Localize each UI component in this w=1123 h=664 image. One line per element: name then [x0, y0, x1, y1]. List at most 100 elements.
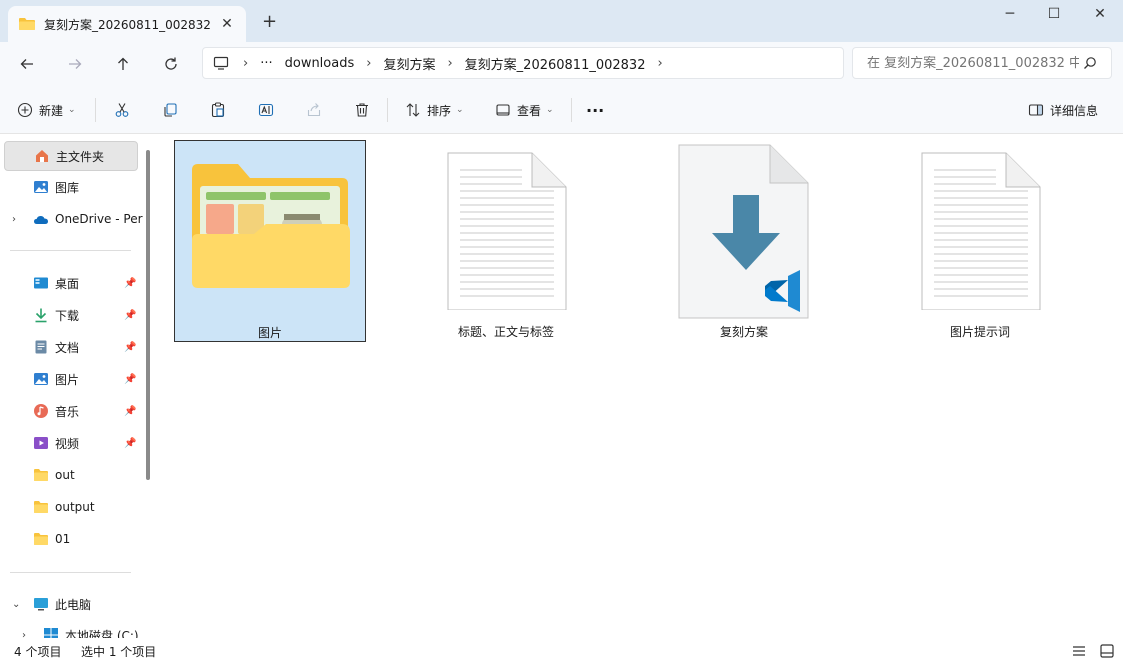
arrow-up-icon: [118, 57, 128, 70]
search-box[interactable]: [852, 47, 1112, 79]
music-icon: [34, 404, 48, 418]
maximize-icon[interactable]: ☐: [1031, 0, 1077, 28]
plus-circle-icon: [17, 102, 33, 118]
sort-button[interactable]: 排序 ⌄: [405, 98, 464, 122]
sidebar-item-onedrive[interactable]: › OneDrive - Per: [4, 204, 143, 234]
pin-icon[interactable]: 📌: [124, 438, 136, 449]
file-item-folder[interactable]: 图片: [174, 140, 366, 342]
arrow-right-icon: [69, 59, 82, 69]
sidebar-item-label: 桌面: [55, 276, 80, 291]
search-input[interactable]: [867, 55, 1079, 71]
new-button[interactable]: 新建 ⌄: [17, 98, 76, 122]
sidebar-item-home[interactable]: 主文件夹: [4, 141, 138, 171]
item-count: 4 个项目: [14, 645, 62, 659]
download-icon: [35, 308, 47, 323]
details-pane-button[interactable]: 详细信息: [1028, 98, 1098, 122]
sidebar-item-label: out: [55, 468, 75, 482]
pin-icon[interactable]: 📌: [124, 310, 136, 321]
pin-icon[interactable]: 📌: [124, 278, 136, 289]
new-tab-icon[interactable]: +: [262, 13, 277, 31]
chevron-right-icon[interactable]: ›: [22, 630, 26, 639]
folder-large-icon: [192, 164, 350, 288]
back-button[interactable]: [13, 51, 41, 77]
paste-button[interactable]: [210, 98, 232, 122]
text-file-icon: [447, 152, 567, 310]
breadcrumb-chevron-icon[interactable]: ›: [243, 56, 248, 71]
chevron-down-icon: ⌄: [456, 105, 464, 115]
cut-button[interactable]: [114, 98, 136, 122]
monitor-icon[interactable]: [213, 55, 229, 71]
divider: [10, 250, 131, 251]
computer-icon: [34, 598, 48, 611]
windows-drive-icon: [44, 628, 58, 638]
refresh-button[interactable]: [157, 51, 185, 77]
sidebar-item-this-pc[interactable]: ⌄ 此电脑: [4, 589, 138, 619]
sidebar-item-01[interactable]: 01: [4, 524, 138, 554]
divider: [95, 98, 96, 122]
sidebar-item-label: output: [55, 500, 95, 514]
chevron-right-icon[interactable]: ›: [12, 214, 16, 225]
breadcrumb-chevron-icon[interactable]: ›: [657, 56, 662, 71]
sidebar-item-gallery[interactable]: 图库: [4, 172, 138, 202]
breadcrumb-plan[interactable]: 复刻方案: [383, 54, 435, 73]
sidebar-item-downloads[interactable]: 下载 📌: [4, 300, 138, 330]
tab-current[interactable]: 复刻方案_20260811_002832 ✕: [8, 6, 246, 42]
chevron-down-icon[interactable]: ⌄: [12, 599, 20, 610]
details-label: 详细信息: [1050, 103, 1099, 118]
sidebar-item-label: 图片: [55, 372, 80, 387]
file-item-text[interactable]: 图片提示词: [884, 140, 1076, 342]
sidebar-item-pictures[interactable]: 图片 📌: [4, 364, 138, 394]
pin-icon[interactable]: 📌: [124, 342, 136, 353]
breadcrumb-chevron-icon[interactable]: ›: [447, 56, 452, 71]
text-file-icon: [921, 152, 1041, 310]
sort-label: 排序: [427, 103, 452, 118]
sidebar-item-videos[interactable]: 视频 📌: [4, 428, 138, 458]
trash-icon: [356, 103, 368, 117]
copy-button[interactable]: [162, 98, 184, 122]
document-icon: [35, 340, 47, 354]
cloud-icon: [34, 216, 48, 224]
sidebar-item-documents[interactable]: 文档 📌: [4, 332, 138, 362]
tab-title: 复刻方案_20260811_002832: [44, 17, 211, 32]
folder-icon: [34, 533, 48, 545]
sidebar-item-desktop[interactable]: 桌面 📌: [4, 268, 138, 298]
thumbnail-view-icon[interactable]: [1100, 644, 1114, 658]
tab-close-icon[interactable]: ✕: [218, 15, 236, 33]
selection-count: 选中 1 个项目: [81, 645, 157, 659]
up-button[interactable]: [109, 51, 137, 77]
gallery-icon: [34, 181, 48, 193]
share-button[interactable]: [306, 98, 328, 122]
scissors-icon: [115, 103, 129, 117]
list-view-icon[interactable]: [1072, 645, 1086, 657]
file-name: 图片提示词: [949, 325, 1010, 339]
forward-button[interactable]: [61, 51, 89, 77]
breadcrumb-current[interactable]: 复刻方案_20260811_002832: [465, 54, 646, 73]
breadcrumb-overflow[interactable]: ···: [260, 56, 272, 71]
delete-button[interactable]: [354, 98, 376, 122]
view-button[interactable]: 查看 ⌄: [495, 98, 554, 122]
file-item-vscode[interactable]: 复刻方案: [648, 140, 840, 342]
view-icon: [496, 104, 510, 116]
sidebar-item-label: 主文件夹: [56, 149, 105, 164]
sidebar-item-output[interactable]: output: [4, 492, 138, 522]
file-item-text[interactable]: 标题、正文与标签: [410, 140, 602, 342]
breadcrumb-downloads[interactable]: downloads: [285, 56, 355, 71]
pin-icon[interactable]: 📌: [124, 406, 136, 417]
close-window-icon[interactable]: ✕: [1077, 0, 1123, 28]
sidebar-item-out[interactable]: out: [4, 460, 138, 490]
more-options-button[interactable]: ···: [586, 98, 604, 122]
clipboard-icon: [211, 102, 225, 118]
desktop-icon: [34, 277, 48, 289]
address-bar[interactable]: › ··· downloads › 复刻方案 › 复刻方案_20260811_0…: [202, 47, 844, 79]
breadcrumb-chevron-icon[interactable]: ›: [366, 56, 371, 71]
rename-button[interactable]: [258, 98, 280, 122]
divider: [571, 98, 572, 122]
divider: [387, 98, 388, 122]
home-icon: [36, 150, 48, 162]
search-icon: [1084, 57, 1096, 69]
sidebar-item-local-disk[interactable]: › 本地磁盘 (C:): [4, 620, 139, 639]
minimize-icon[interactable]: ─: [987, 0, 1033, 28]
sidebar-scrollbar[interactable]: [146, 150, 150, 480]
sidebar-item-music[interactable]: 音乐 📌: [4, 396, 138, 426]
pin-icon[interactable]: 📌: [124, 374, 136, 385]
